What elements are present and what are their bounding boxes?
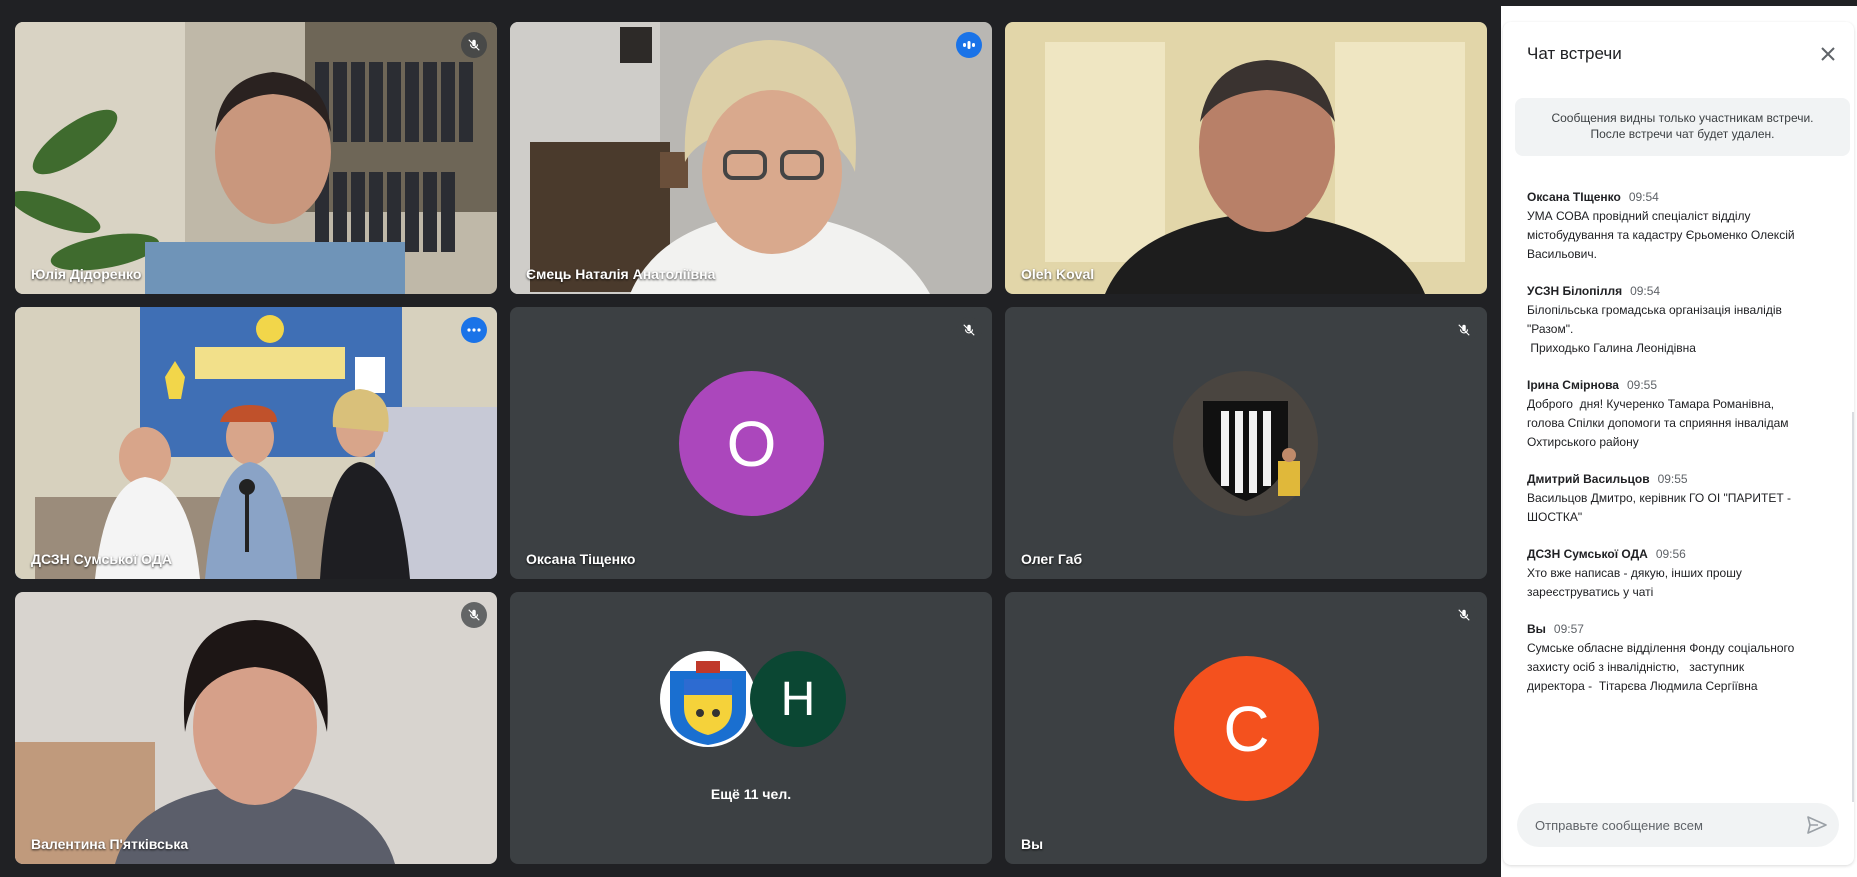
participant-name: Валентина П'ятківська xyxy=(31,836,189,852)
send-icon[interactable] xyxy=(1805,813,1829,837)
participant-name: ДСЗН Сумської ОДА xyxy=(31,551,172,567)
chat-message: Вы 09:57 Сумське обласне відділення Фонду… xyxy=(1503,622,1854,696)
message-time: 09:54 xyxy=(1630,284,1661,298)
avatar: C xyxy=(1174,656,1319,801)
avatar: H xyxy=(750,651,846,747)
participant-video xyxy=(510,22,992,294)
participant-tile-2[interactable]: Ємець Наталія Анатоліївна xyxy=(510,22,992,294)
message-text: Білопільська громадська організація інва… xyxy=(1527,303,1782,355)
message-time: 09:57 xyxy=(1553,622,1584,636)
participant-name: Ємець Наталія Анатоліївна xyxy=(526,266,716,282)
message-text: Доброго дня! Кучеренко Тамара Романівна,… xyxy=(1527,397,1789,449)
more-participants-tile[interactable]: H Ещё 11 чел. xyxy=(510,592,992,864)
message-time: 09:55 xyxy=(1657,472,1688,486)
message-sender: УСЗН Білопілля xyxy=(1527,284,1623,298)
speaking-indicator-icon xyxy=(956,32,982,58)
mic-off-icon xyxy=(1451,602,1477,628)
participant-video xyxy=(1005,22,1487,294)
message-sender: Ірина Смірнова xyxy=(1527,378,1619,392)
participant-tile-4[interactable]: ДСЗН Сумської ОДА xyxy=(15,307,497,579)
chat-notice-line-2: После встречи чат будет удален. xyxy=(1590,127,1775,141)
message-sender: Вы xyxy=(1527,622,1546,636)
participant-tile-6[interactable]: Олег Габ xyxy=(1005,307,1487,579)
chat-input-container xyxy=(1517,803,1839,847)
chat-messages: Оксана ТІщенко 09:54 УМА СОВА провідний с… xyxy=(1503,190,1854,716)
participant-video xyxy=(15,307,497,579)
mic-off-icon xyxy=(461,602,487,628)
mic-off-icon xyxy=(461,32,487,58)
participant-name: Олег Габ xyxy=(1021,551,1083,567)
message-time: 09:56 xyxy=(1655,547,1686,561)
avatar: O xyxy=(679,371,824,516)
participant-tile-self[interactable]: C Вы xyxy=(1005,592,1487,864)
chat-message: Дмитрий Васильцов 09:55 Васильцов Дмитро,… xyxy=(1503,472,1854,527)
close-icon[interactable] xyxy=(1814,40,1842,68)
chat-scrollbar[interactable] xyxy=(1852,412,1854,802)
chat-message: ДСЗН Сумської ОДА 09:56 Хто вже написав -… xyxy=(1503,547,1854,602)
participant-tile-3[interactable]: Oleh Koval xyxy=(1005,22,1487,294)
chat-message: УСЗН Білопілля 09:54 Білопільська громадс… xyxy=(1503,284,1854,358)
chat-message-input[interactable] xyxy=(1535,803,1785,847)
chat-panel: Чат встречи Сообщения видны только участ… xyxy=(1503,22,1854,865)
message-time: 09:54 xyxy=(1628,190,1659,204)
message-text: УМА СОВА провідний спеціаліст відділу мі… xyxy=(1527,209,1795,261)
mic-off-icon xyxy=(1451,317,1477,343)
participant-video xyxy=(15,592,497,864)
participant-name: Oleh Koval xyxy=(1021,266,1095,282)
mic-off-icon xyxy=(956,317,982,343)
message-text: Хто вже написав - дякую, інших прошу зар… xyxy=(1527,566,1742,599)
message-sender: Оксана ТІщенко xyxy=(1527,190,1621,204)
avatar xyxy=(1173,371,1318,516)
participant-name: Оксана Тіщенко xyxy=(526,551,636,567)
more-participants-label: Ещё 11 чел. xyxy=(710,786,792,802)
video-grid: Юлія Дідоренко Ємець Наталія Анатоліївна xyxy=(0,6,1501,877)
chat-title: Чат встречи xyxy=(1527,44,1622,63)
chat-message: Оксана ТІщенко 09:54 УМА СОВА провідний с… xyxy=(1503,190,1854,264)
participant-video xyxy=(15,22,497,294)
participant-tile-7[interactable]: Валентина П'ятківська xyxy=(15,592,497,864)
message-time: 09:55 xyxy=(1626,378,1658,392)
more-options-icon[interactable] xyxy=(461,317,487,343)
chat-message: Ірина Смірнова 09:55 Доброго дня! Кучерен… xyxy=(1503,378,1854,452)
chat-notice-line-1: Сообщения видны только участникам встреч… xyxy=(1551,111,1814,125)
message-text: Сумське обласне відділення Фонду соціаль… xyxy=(1527,641,1795,693)
message-sender: Дмитрий Васильцов xyxy=(1527,472,1650,486)
message-text: Васильцов Дмитро, керівник ГО ОІ "ПАРИТЕ… xyxy=(1527,491,1792,524)
participant-name: Вы xyxy=(1021,836,1044,852)
participant-tile-5[interactable]: O Оксана Тіщенко xyxy=(510,307,992,579)
message-sender: ДСЗН Сумської ОДА xyxy=(1527,547,1648,561)
coat-of-arms-avatar xyxy=(660,651,756,747)
participant-tile-1[interactable]: Юлія Дідоренко xyxy=(15,22,497,294)
chat-notice: Сообщения видны только участникам встреч… xyxy=(1515,98,1850,156)
participant-name: Юлія Дідоренко xyxy=(31,266,142,282)
